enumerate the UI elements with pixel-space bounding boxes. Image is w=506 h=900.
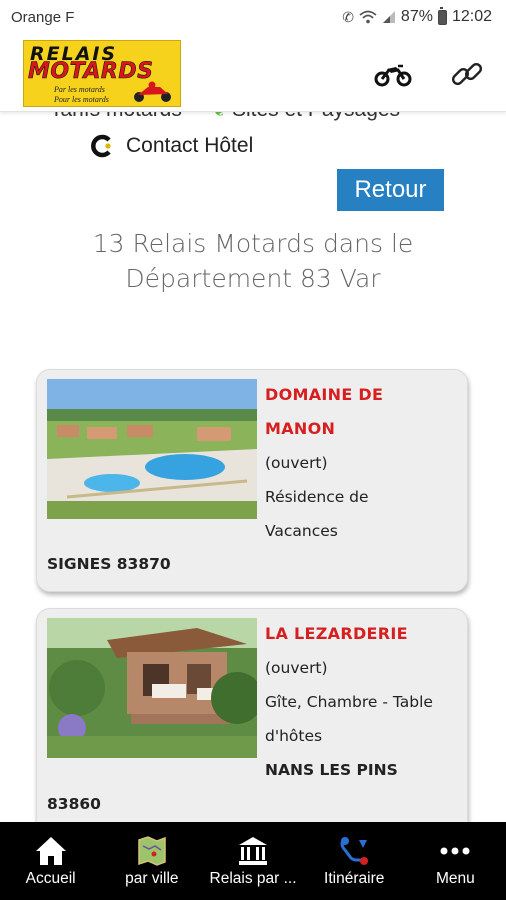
battery-percent: 87%	[400, 8, 433, 25]
status-bar: Orange F ✆ 87% 12:02	[0, 0, 506, 36]
logo-tagline: Par les motards Pour les motards	[54, 85, 109, 104]
listing-location: 83860	[47, 795, 101, 813]
link-icon[interactable]	[449, 56, 485, 92]
clock: 12:02	[451, 8, 492, 25]
listing-name[interactable]: MANON	[265, 412, 335, 446]
listing-status: (ouvert)	[265, 454, 328, 472]
bottom-navigation: Accueil par ville Relais par ... Itinéra…	[0, 822, 506, 900]
link-tarifs-motards[interactable]: Tarifs motards	[50, 112, 182, 122]
listing-name[interactable]: LA LEZARDERIE	[265, 617, 408, 651]
listing-card[interactable]: DOMAINE DE MANON (ouvert) Résidence de V…	[36, 369, 468, 592]
listing-name[interactable]: DOMAINE DE	[265, 378, 383, 412]
nav-relais-par[interactable]: Relais par ...	[202, 822, 303, 900]
nav-itineraire[interactable]: Itinéraire	[304, 822, 405, 900]
nav-menu[interactable]: Menu	[405, 822, 506, 900]
retour-button[interactable]: Retour	[337, 169, 444, 211]
wifi-call-icon: ✆	[342, 8, 354, 25]
battery-icon	[437, 6, 447, 25]
nav-label: Relais par ...	[209, 870, 297, 887]
contact-c-icon	[91, 134, 111, 158]
top-links-row: Tarifs motards ❦ Sites et Paysages	[50, 112, 400, 122]
listing-count-title: 13 Relais Motards dans le Département 83…	[92, 229, 414, 293]
link-sites-paysages[interactable]: ❦ Sites et Paysages	[212, 112, 400, 122]
status-icons: ✆ 87% 12:02	[342, 6, 492, 26]
route-icon	[340, 837, 369, 865]
listing-type: Résidence de	[265, 488, 369, 506]
listing-photo-pool[interactable]	[47, 379, 257, 519]
contact-hotel-label: Contact Hôtel	[126, 134, 254, 157]
wifi-icon	[359, 10, 377, 24]
building-icon	[239, 837, 267, 865]
map-icon	[138, 836, 166, 866]
listing-type: d'hôtes	[265, 727, 323, 745]
relais-motards-logo[interactable]: RELAIS MOTARDS Par les motards Pour les …	[23, 40, 181, 107]
nav-label: par ville	[125, 870, 179, 887]
nav-par-ville[interactable]: par ville	[101, 822, 202, 900]
contact-hotel-link[interactable]: Contact Hôtel	[90, 134, 253, 158]
main-content: Tarifs motards ❦ Sites et Paysages Conta…	[0, 112, 506, 822]
nav-accueil[interactable]: Accueil	[0, 822, 101, 900]
listing-status: (ouvert)	[265, 659, 328, 677]
listing-type: Gîte, Chambre - Table	[265, 693, 433, 711]
more-dots-icon	[440, 847, 470, 855]
listing-photo-terrace[interactable]	[47, 618, 257, 758]
app-header: RELAIS MOTARDS Par les motards Pour les …	[0, 36, 506, 112]
nav-label: Itinéraire	[324, 870, 385, 887]
listing-location: NANS LES PINS	[265, 761, 398, 779]
nav-label: Accueil	[25, 870, 76, 887]
logo-rider-icon	[134, 81, 171, 102]
listing-card[interactable]: LA LEZARDERIE (ouvert) Gîte, Chambre - T…	[36, 608, 468, 822]
nav-label: Menu	[436, 870, 475, 887]
listing-type: Vacances	[265, 522, 338, 540]
motorcycle-icon[interactable]	[374, 61, 412, 87]
leaf-icon: ❦	[212, 112, 232, 120]
home-icon	[35, 837, 66, 865]
signal-icon	[382, 11, 395, 23]
carrier-name: Orange F	[11, 9, 75, 26]
listing-location: SIGNES 83870	[47, 555, 171, 573]
